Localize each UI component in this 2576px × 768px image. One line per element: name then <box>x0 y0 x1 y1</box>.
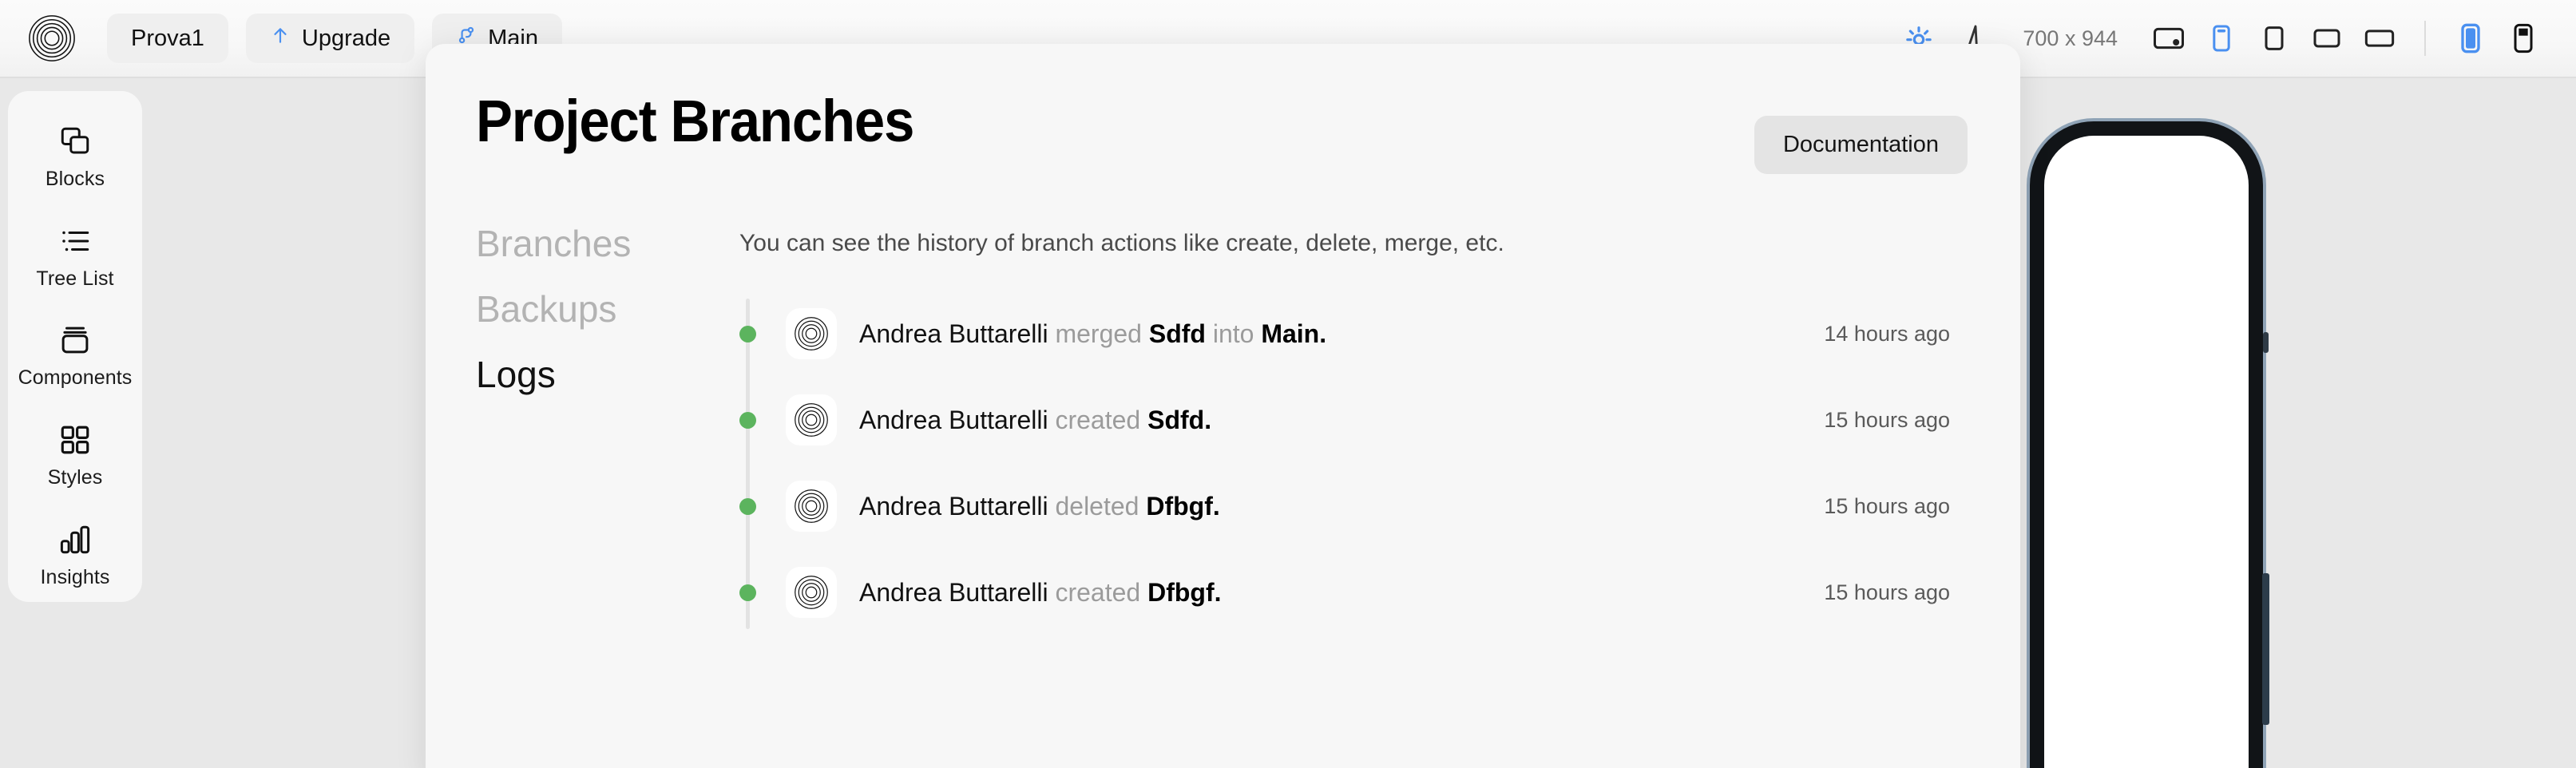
avatar <box>786 567 837 618</box>
log-entry-text: Andrea Buttarelli merged Sdfd into Main. <box>859 319 1824 349</box>
sidebar-item-label: Tree List <box>36 267 114 290</box>
log-entry-text: Andrea Buttarelli created Dfbgf. <box>859 578 1824 608</box>
avatar <box>786 308 837 359</box>
blocks-icon <box>58 125 92 158</box>
log-action: created <box>1055 577 1141 607</box>
log-target: Sdfd <box>1148 319 1206 348</box>
sidebar-item-label: Insights <box>40 566 110 589</box>
small-desktop-breakpoint-icon[interactable] <box>2364 22 2396 54</box>
sidebar-item-label: Components <box>18 366 133 390</box>
timeline-dot-icon <box>739 412 756 429</box>
log-action: deleted <box>1055 491 1139 521</box>
mobile-preview-icon[interactable] <box>2455 22 2487 54</box>
tablet-portrait-breakpoint-icon[interactable] <box>2258 22 2290 54</box>
project-name-chip[interactable]: Prova1 <box>107 14 228 63</box>
table-row[interactable]: Andrea Buttarelli created Sdfd. 15 hours… <box>739 377 1968 463</box>
desktop-breakpoint-icon[interactable] <box>2153 22 2185 54</box>
insights-bars-icon <box>58 523 92 556</box>
tablet-landscape-breakpoint-icon[interactable] <box>2311 22 2343 54</box>
page-title: Project Branches <box>476 88 914 154</box>
sidebar-item-blocks[interactable]: Blocks <box>14 112 136 204</box>
logs-description: You can see the history of branch action… <box>739 230 1504 256</box>
documentation-button[interactable]: Documentation <box>1754 116 1968 174</box>
sidebar-item-styles[interactable]: Styles <box>14 410 136 502</box>
phone-power-button <box>2262 573 2269 725</box>
nav-item-backups[interactable]: Backups <box>476 291 739 327</box>
log-target: Dfbgf. <box>1147 577 1222 607</box>
phone-mute-button <box>2263 332 2269 353</box>
artboard-dimensions-label: 700 x 944 <box>2023 26 2118 50</box>
sidebar-item-tree-list[interactable]: Tree List <box>14 212 136 303</box>
log-timestamp: 15 hours ago <box>1824 580 1950 604</box>
left-sidebar: Blocks Tree List Components Styles Insig… <box>8 91 142 602</box>
log-entry-text: Andrea Buttarelli created Sdfd. <box>859 406 1824 435</box>
modal-main-content: You can see the history of branch action… <box>739 216 1968 635</box>
sidebar-item-label: Blocks <box>45 167 105 190</box>
timeline-dot-icon <box>739 326 756 342</box>
log-user: Andrea Buttarelli <box>859 319 1048 348</box>
log-timestamp: 15 hours ago <box>1824 493 1950 518</box>
modal-body: Branches Backups Logs You can see the hi… <box>426 174 2020 635</box>
log-preposition: into <box>1212 319 1254 348</box>
avatar <box>786 394 837 445</box>
sidebar-item-insights[interactable]: Insights <box>14 510 136 602</box>
sidebar-item-label: Styles <box>47 466 103 489</box>
upgrade-arrow-icon <box>270 23 291 53</box>
timeline-dot-icon <box>739 584 756 601</box>
log-entry-text: Andrea Buttarelli deleted Dfbgf. <box>859 492 1824 521</box>
project-branches-modal: Project Branches Documentation Branches … <box>426 44 2020 768</box>
log-timestamp: 15 hours ago <box>1824 407 1950 432</box>
table-row[interactable]: Andrea Buttarelli deleted Dfbgf. 15 hour… <box>739 463 1968 549</box>
log-user: Andrea Buttarelli <box>859 405 1048 434</box>
table-row[interactable]: Andrea Buttarelli created Dfbgf. 15 hour… <box>739 549 1968 635</box>
tree-list-icon <box>58 224 92 258</box>
components-icon <box>58 323 92 357</box>
log-action: created <box>1055 405 1141 434</box>
laptop-breakpoint-icon[interactable] <box>2205 22 2237 54</box>
log-target: Sdfd. <box>1147 405 1212 434</box>
phone-screen[interactable] <box>2044 136 2249 768</box>
app-logo-icon[interactable] <box>27 14 77 63</box>
device-frame-icon[interactable] <box>2507 22 2539 54</box>
log-user: Andrea Buttarelli <box>859 577 1048 607</box>
project-name-label: Prova1 <box>131 25 204 51</box>
modal-nav: Branches Backups Logs <box>476 216 739 635</box>
styles-grid-icon <box>58 423 92 457</box>
toolbar-divider <box>2424 21 2426 56</box>
log-timestamp: 14 hours ago <box>1824 321 1950 346</box>
nav-item-branches[interactable]: Branches <box>476 225 739 262</box>
app-root: Blocks Tree List Components Styles Insig… <box>0 0 2576 768</box>
upgrade-label: Upgrade <box>301 25 391 51</box>
avatar <box>786 481 837 532</box>
phone-mockup-frame[interactable] <box>2027 118 2269 768</box>
logs-timeline: Andrea Buttarelli merged Sdfd into Main.… <box>739 291 1968 635</box>
log-action: merged <box>1055 319 1142 348</box>
nav-item-logs[interactable]: Logs <box>476 356 739 393</box>
log-target: Dfbgf. <box>1146 491 1220 521</box>
upgrade-button[interactable]: Upgrade <box>245 14 415 63</box>
log-destination: Main. <box>1261 319 1327 348</box>
timeline-dot-icon <box>739 498 756 515</box>
table-row[interactable]: Andrea Buttarelli merged Sdfd into Main.… <box>739 291 1968 377</box>
sidebar-item-components[interactable]: Components <box>14 311 136 403</box>
modal-header: Project Branches Documentation <box>426 44 2020 174</box>
log-user: Andrea Buttarelli <box>859 491 1048 521</box>
